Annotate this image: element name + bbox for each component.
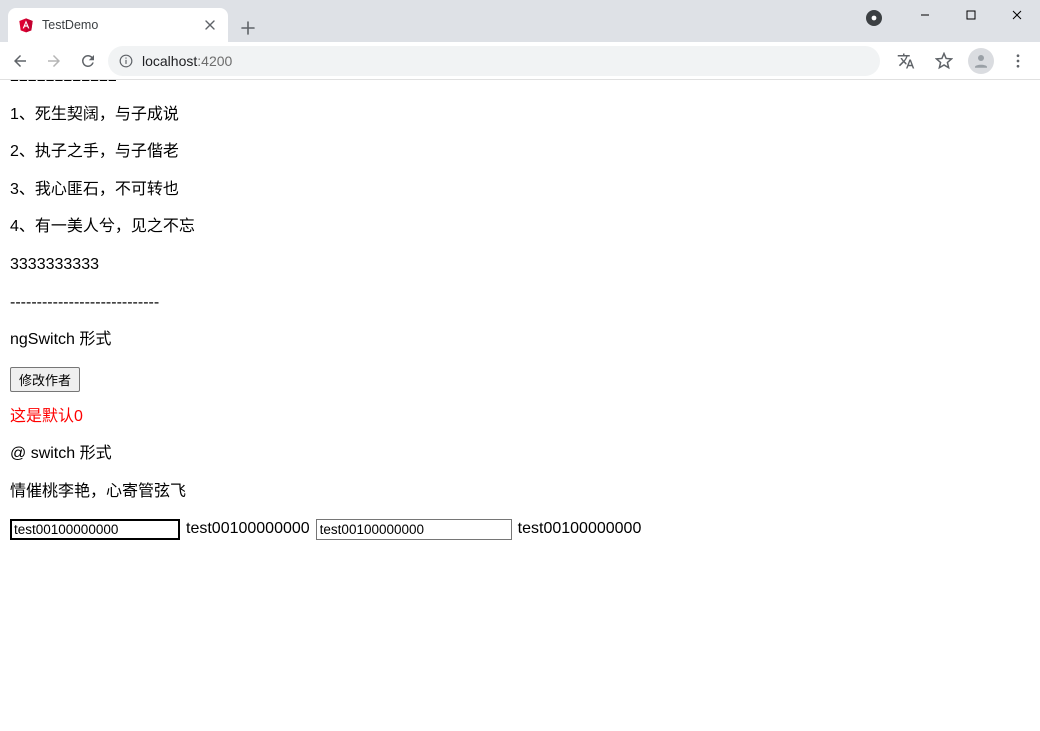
section-ngswitch-heading: ngSwitch 形式 (10, 329, 1030, 351)
divider-text: ---------------------------- (10, 292, 1030, 314)
window-close-button[interactable] (994, 0, 1040, 30)
new-tab-button[interactable] (234, 14, 262, 42)
window-maximize-button[interactable] (948, 0, 994, 30)
kebab-menu-icon[interactable] (1004, 47, 1032, 75)
section-switch-heading: @ switch 形式 (10, 443, 1030, 465)
profile-indicator-wrap (852, 0, 902, 26)
input-row: test00100000000 test00100000000 (10, 519, 1030, 540)
test-input-2[interactable] (316, 519, 512, 540)
reload-button[interactable] (74, 47, 102, 75)
default-text: 这是默认0 (10, 406, 1030, 428)
bookmark-star-icon[interactable] (930, 47, 958, 75)
address-bar[interactable]: localhost:4200 (108, 46, 880, 76)
tab-title: TestDemo (42, 18, 194, 32)
numbered-line: 3、我心匪石，不可转也 (10, 179, 1030, 201)
browser-toolbar: localhost:4200 (0, 42, 1040, 80)
site-info-icon[interactable] (118, 53, 134, 69)
browser-titlebar: TestDemo (0, 0, 1040, 42)
tab-close-icon[interactable] (202, 17, 218, 33)
profile-avatar-icon[interactable] (968, 48, 994, 74)
url-host: localhost (142, 53, 197, 69)
profile-indicator-icon[interactable] (866, 10, 882, 26)
numbered-line: 2、执子之手，与子偕老 (10, 141, 1030, 163)
url-port: :4200 (197, 53, 232, 69)
url-text: localhost:4200 (142, 53, 232, 69)
translate-icon[interactable] (892, 47, 920, 75)
window-controls (902, 0, 1040, 30)
angular-favicon (18, 17, 34, 33)
forward-button[interactable] (40, 47, 68, 75)
numbered-line: 4、有一美人兮，见之不忘 (10, 216, 1030, 238)
offscreen-filler (10, 540, 1030, 731)
numbered-line: 1、死生契阔，与子成说 (10, 104, 1030, 126)
page-viewport: @ for 形式 11111111111111 死生契阔，与子成说 执子之手，与… (0, 80, 1040, 731)
change-author-button[interactable]: 修改作者 (10, 367, 80, 392)
tab-strip: TestDemo (0, 0, 852, 42)
browser-tab[interactable]: TestDemo (8, 8, 228, 42)
toolbar-right (886, 47, 1032, 75)
page-content[interactable]: @ for 形式 11111111111111 死生契阔，与子成说 执子之手，与… (0, 80, 1040, 731)
twos-text: 222222222222 (10, 80, 1030, 88)
poem-single-line: 情催桃李艳，心寄管弦飞 (10, 481, 1030, 503)
back-button[interactable] (6, 47, 34, 75)
test-text-2: test00100000000 (518, 520, 642, 538)
threes-text: 3333333333 (10, 254, 1030, 276)
test-input-1[interactable] (10, 519, 180, 540)
test-text-1: test00100000000 (186, 520, 310, 538)
window-minimize-button[interactable] (902, 0, 948, 30)
